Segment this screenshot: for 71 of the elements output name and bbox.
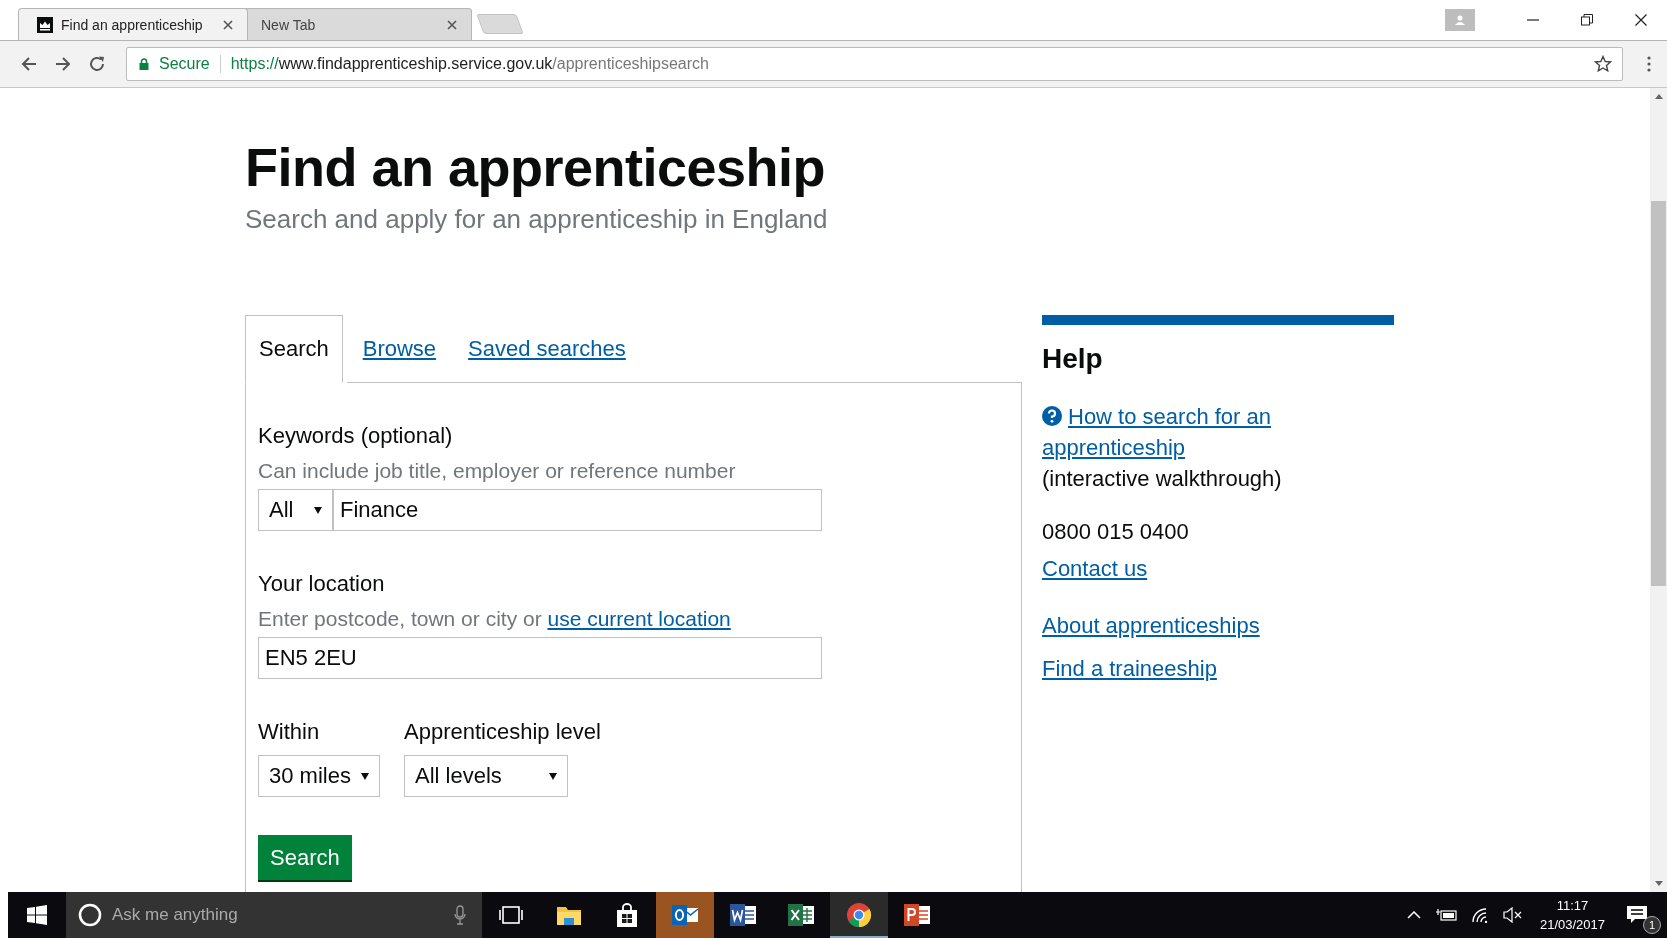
clock[interactable]: 11:17 21/03/2017 [1539, 896, 1605, 934]
clock-date: 21/03/2017 [1539, 916, 1605, 934]
close-icon[interactable] [223, 19, 233, 30]
walkthrough-link[interactable]: How to search for an apprenticeship [1042, 401, 1394, 463]
browser-tab[interactable]: Find an apprenticeship [18, 8, 248, 40]
search-tab[interactable]: Browse [346, 315, 453, 383]
search-tab[interactable]: Search [245, 315, 343, 383]
reload-icon[interactable] [88, 55, 106, 73]
spreadsheet-letter-icon [787, 903, 815, 927]
crown-icon [37, 16, 53, 33]
search-tab[interactable]: Saved searches [452, 315, 642, 383]
windows-logo-icon [27, 905, 47, 925]
location-input[interactable]: EN5 2EU [258, 637, 822, 679]
document-letter-icon [729, 903, 757, 927]
walkthrough-note: (interactive walkthrough) [1042, 465, 1283, 493]
help-title: Help [1042, 343, 1104, 375]
forward-arrow-icon[interactable] [54, 55, 72, 73]
level-dropdown[interactable]: All levels [404, 755, 568, 797]
help-link[interactable]: Find a traineeship [1042, 653, 1217, 684]
caret-icon [314, 506, 322, 514]
field-hint: Enter postcode, town or city or use current location [258, 607, 732, 631]
caret-icon [549, 772, 557, 780]
wifi-icon[interactable] [1470, 907, 1489, 923]
caret-icon [361, 772, 369, 780]
task-view-icon [498, 905, 524, 925]
notification-count: 1 [1643, 916, 1661, 934]
address-bar[interactable]: Secure https://www.findapprenticeship.service.gov.uk/apprenticeshipsearch [126, 47, 1623, 81]
speaker-muted-icon[interactable] [1502, 907, 1523, 923]
restore-icon[interactable] [1581, 14, 1593, 26]
person-icon [1454, 14, 1466, 26]
circle-icon [78, 903, 102, 927]
field-label: Within [258, 719, 321, 745]
tab-title: New Tab [261, 16, 317, 33]
clock-time: 11:17 [1556, 897, 1589, 915]
help-link[interactable]: About apprenticeships [1042, 610, 1260, 641]
page-subtitle: Search and apply for an apprenticeship in England [245, 204, 829, 235]
microphone-icon[interactable] [454, 905, 466, 925]
field-label: Keywords (optional) [258, 423, 454, 449]
scroll-down-icon[interactable] [1654, 881, 1663, 886]
mail-letter-icon [671, 903, 699, 927]
scroll-up-icon[interactable] [1654, 94, 1663, 99]
page-title: Find an apprenticeship [245, 136, 827, 198]
tab-title: Find an apprenticeship [61, 16, 204, 33]
back-arrow-icon[interactable] [20, 55, 38, 73]
close-icon[interactable] [1635, 14, 1647, 26]
question-icon [1042, 406, 1062, 426]
chevron-up-icon[interactable] [1406, 911, 1421, 919]
field-label: Your location [258, 571, 386, 597]
phone-number: 0800 015 0400 [1042, 518, 1190, 546]
taskbar-app-button[interactable] [830, 892, 888, 938]
field-hint: Can include job title, employer or reference number [258, 459, 737, 483]
shopping-bag-icon [616, 903, 638, 927]
speech-bubble-icon [1626, 905, 1648, 925]
menu-icon[interactable] [1647, 56, 1651, 72]
search-button[interactable]: Search [258, 835, 352, 880]
battery-icon[interactable] [1434, 908, 1457, 922]
secure-label: Secure [159, 55, 221, 73]
keywords-input[interactable]: Finance [332, 489, 822, 531]
folder-icon [556, 904, 582, 926]
slides-letter-icon [903, 903, 931, 927]
contact-link[interactable]: Contact us [1042, 553, 1148, 584]
star-icon[interactable] [1594, 55, 1612, 73]
scrollbar[interactable] [1650, 88, 1667, 892]
padlock-icon [139, 58, 149, 70]
current-location-link[interactable]: use current location [547, 607, 731, 630]
distance-dropdown[interactable]: 30 miles [258, 755, 380, 797]
taskbar-search-field[interactable]: Ask me anything [66, 892, 482, 938]
search-placeholder: Ask me anything [112, 905, 239, 925]
url-text: https://www.findapprenticeship.service.gov.uk/apprenticeshipsearch [230, 55, 710, 73]
field-label: Apprenticeship level [404, 719, 601, 745]
browser-logo-icon [846, 902, 872, 928]
